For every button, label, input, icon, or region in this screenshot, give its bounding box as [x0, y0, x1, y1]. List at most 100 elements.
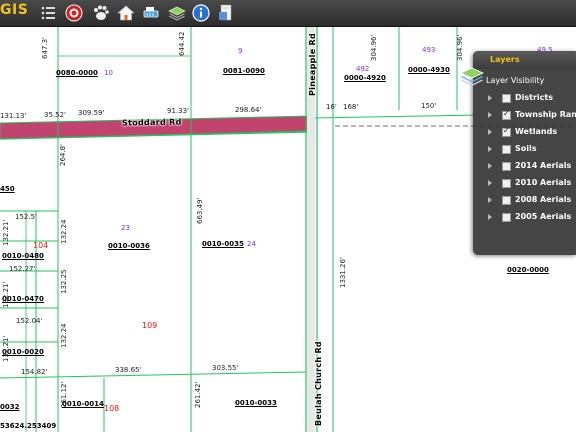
dimension-label: 132.21': [2, 281, 10, 308]
acre-label: 23: [121, 224, 130, 232]
expand-arrow-icon[interactable]: [488, 95, 492, 101]
dimension-label: 1331.26': [339, 257, 347, 288]
dimension-label: 132.24: [60, 323, 68, 349]
home-icon[interactable]: [116, 3, 136, 23]
layer-row-2005-aerials[interactable]: 2005 Aerials: [486, 211, 576, 225]
layer-checkbox[interactable]: [502, 213, 511, 222]
layer-checkbox[interactable]: [502, 179, 511, 188]
lot-number: 104: [33, 241, 49, 250]
parcel-id[interactable]: 0010-0480: [2, 252, 44, 260]
layers-stack-icon: [459, 66, 485, 88]
layer-checkbox[interactable]: [502, 162, 511, 171]
measure-icon[interactable]: [141, 3, 161, 23]
dimension-label: 304.96': [370, 34, 378, 61]
target-icon[interactable]: [64, 3, 84, 23]
dimension-label: 152.5': [15, 213, 37, 221]
layer-label: Wetlands: [515, 127, 558, 136]
layer-checkbox[interactable]: [502, 109, 511, 120]
acre-label: 10: [104, 69, 113, 77]
expand-arrow-icon[interactable]: [488, 163, 492, 169]
layer-row-township-range[interactable]: Township Range: [486, 109, 576, 123]
dimension-label: 132.21': [2, 335, 10, 362]
lot-number: 109: [142, 321, 158, 330]
expand-arrow-icon[interactable]: [488, 146, 492, 152]
layer-checkbox[interactable]: [502, 94, 511, 103]
road-label-pineapple: Pineapple Rd: [308, 32, 317, 96]
dimension-label: 647.3': [41, 37, 49, 59]
dimension-label: 16': [326, 103, 337, 111]
dimension-label: 261.12': [60, 381, 68, 408]
paw-icon[interactable]: [91, 3, 111, 23]
layer-row-2008-aerials[interactable]: 2008 Aerials: [486, 194, 576, 208]
road-label-beulah-church: Beulah Church Rd: [314, 341, 323, 426]
expand-arrow-icon[interactable]: [488, 112, 492, 118]
list-icon[interactable]: [38, 3, 58, 23]
app-title: GIS: [0, 2, 29, 18]
coordinate-readout: 53624.253409: [0, 422, 57, 430]
print-icon[interactable]: [216, 3, 236, 23]
road-label-stoddard: Stoddard Rd: [121, 117, 182, 128]
parcel-id[interactable]: 0010-0033: [235, 399, 277, 407]
layer-label: 2014 Aerials: [515, 161, 572, 170]
dimension-label: 663.49': [196, 197, 204, 224]
parcel-id[interactable]: 0032: [0, 403, 19, 411]
layers-panel-title: Layers: [490, 55, 520, 64]
dimension-label: 132.25: [60, 269, 68, 295]
layer-label: 2008 Aerials: [515, 195, 572, 204]
acre-label: 24: [247, 240, 256, 248]
layer-checkbox[interactable]: [502, 145, 511, 154]
layer-visibility-heading: Layer Visibility: [486, 76, 545, 85]
dimension-label: 150': [421, 102, 437, 110]
acre-label: 493: [422, 46, 436, 54]
layer-label: Soils: [515, 144, 537, 153]
expand-arrow-icon[interactable]: [488, 129, 492, 135]
dimension-label: 304.96': [456, 34, 464, 61]
dimension-label: 644.42: [178, 31, 186, 57]
layer-row-soils[interactable]: Soils: [486, 143, 576, 157]
info-icon[interactable]: [191, 3, 211, 23]
layer-label: Districts: [515, 93, 553, 102]
expand-arrow-icon[interactable]: [488, 214, 492, 220]
layer-row-2010-aerials[interactable]: 2010 Aerials: [486, 177, 576, 191]
parcel-id[interactable]: 0010-0036: [108, 242, 150, 250]
dimension-label: 264.8': [59, 144, 67, 166]
layer-label: 2010 Aerials: [515, 178, 572, 187]
parcel-id[interactable]: 0081-0090: [223, 67, 265, 75]
dimension-label: 309.59': [78, 109, 105, 117]
layer-checkbox[interactable]: [502, 196, 511, 205]
parcel-id[interactable]: 0080-0000: [56, 69, 98, 77]
parcel-id[interactable]: 0010-0014: [62, 400, 104, 408]
layer-label: Township Range: [515, 110, 576, 119]
dimension-label: 338.65': [115, 366, 142, 374]
acre-label: 9: [238, 47, 243, 55]
parcel-id[interactable]: 0000-4920: [344, 74, 386, 82]
dimension-label: 261.42': [194, 381, 202, 408]
dimension-label: 132.24: [60, 219, 68, 245]
dimension-label: 131.13': [0, 112, 27, 120]
dimension-label: 132.21': [2, 219, 10, 246]
parcel-id[interactable]: 0000-4930: [408, 66, 450, 74]
layers-panel: Layers Layer Visibility Districts Townsh…: [460, 51, 576, 255]
dimension-label: 152.27': [9, 265, 36, 273]
layer-row-wetlands[interactable]: Wetlands: [486, 126, 576, 140]
expand-arrow-icon[interactable]: [488, 180, 492, 186]
dimension-label: 154.82': [21, 368, 48, 376]
dimension-label: 35.52': [44, 111, 66, 119]
layers-stack-icon[interactable]: [167, 3, 187, 23]
lot-number: 108: [104, 404, 120, 413]
acre-label: 492: [356, 65, 370, 73]
layer-row-2014-aerials[interactable]: 2014 Aerials: [486, 160, 576, 174]
parcel-id[interactable]: 0020-0000: [507, 266, 549, 274]
parcel-id[interactable]: 450: [0, 185, 15, 193]
parcel-id[interactable]: 0010-0035: [202, 240, 244, 248]
expand-arrow-icon[interactable]: [488, 197, 492, 203]
dimension-label: 152.04': [16, 317, 43, 325]
toolbar: GIS: [0, 0, 576, 27]
dimension-label: 303.55': [212, 364, 239, 372]
dimension-label: 168': [343, 103, 359, 111]
layer-row-districts[interactable]: Districts: [486, 92, 576, 106]
dimension-label: 298.64': [235, 106, 262, 114]
layers-panel-header[interactable]: Layers: [473, 51, 576, 69]
layer-checkbox[interactable]: [502, 126, 511, 137]
layer-label: 2005 Aerials: [515, 212, 572, 221]
